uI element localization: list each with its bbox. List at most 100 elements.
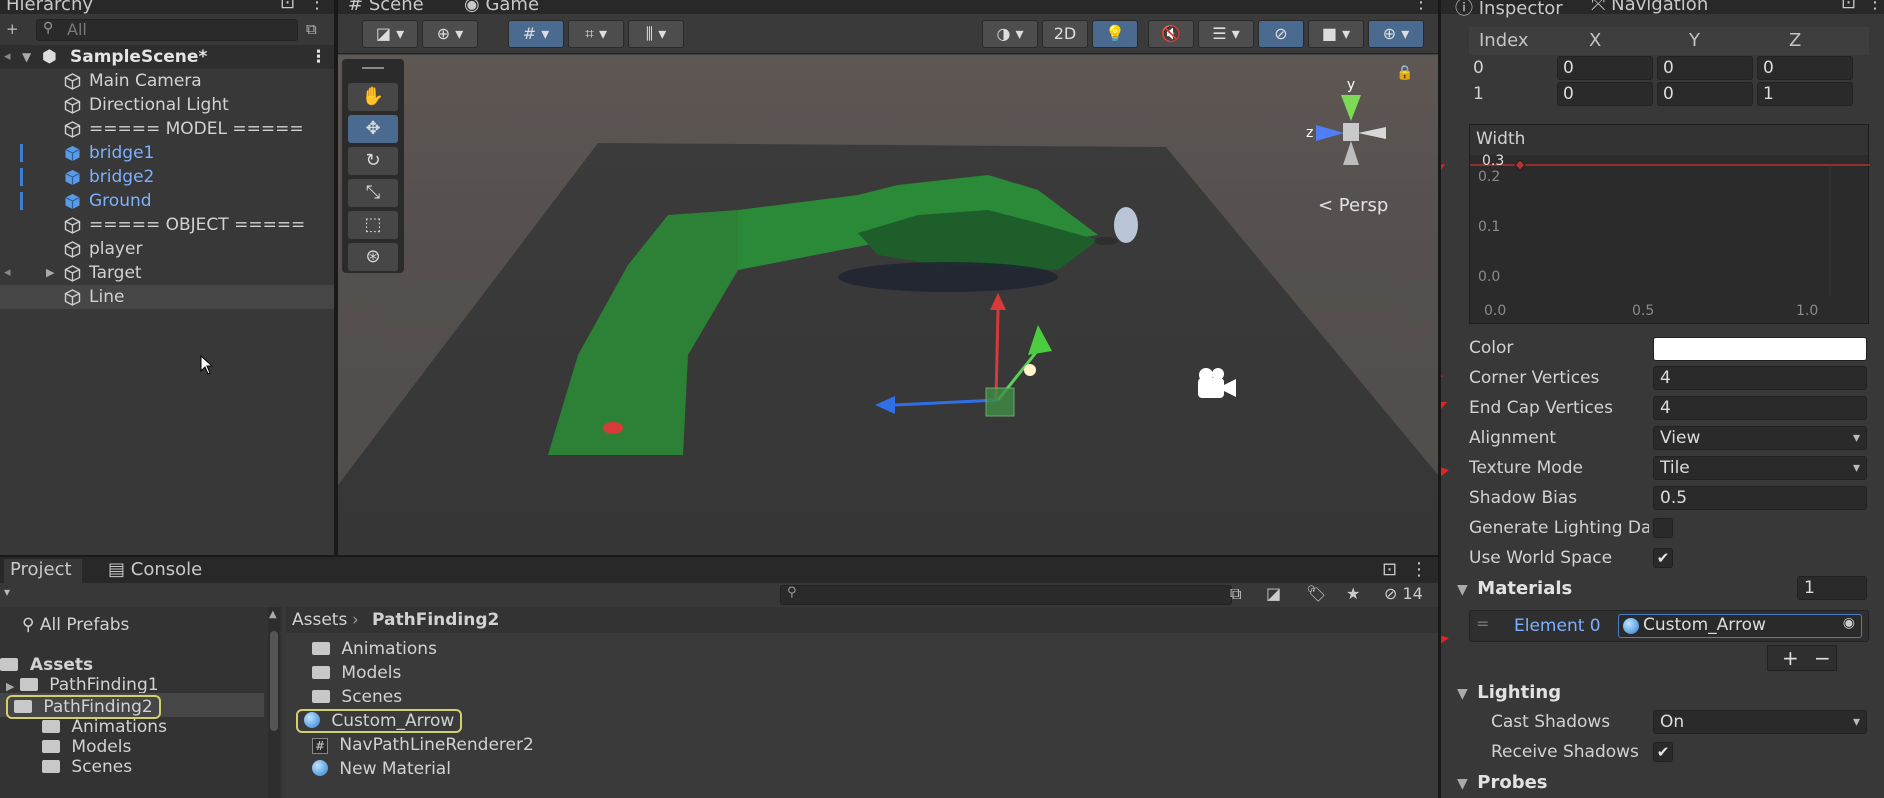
- position-y-field[interactable]: 0: [1657, 56, 1753, 80]
- draw-mode-dropdown[interactable]: ◪ ▾: [362, 20, 418, 48]
- audio-toggle-button[interactable]: 🔇: [1148, 20, 1194, 48]
- lighting-section[interactable]: ▼ Lighting: [1457, 682, 1561, 703]
- visibility-icon[interactable]: ◂: [4, 45, 11, 69]
- width-curve-graph[interactable]: [1470, 155, 1870, 323]
- tree-item-models[interactable]: Models: [42, 737, 131, 757]
- end-cap-field[interactable]: 4: [1653, 396, 1867, 420]
- projection-toggle[interactable]: < Persp: [1318, 195, 1388, 216]
- scene-search-icon[interactable]: ⧉: [306, 20, 317, 38]
- position-y-field[interactable]: 0: [1657, 82, 1753, 106]
- global-toggle-dropdown[interactable]: ⊕ ▾: [422, 20, 478, 48]
- tree-item-scenes[interactable]: Scenes: [42, 757, 132, 777]
- hierarchy-item-model-separator[interactable]: ===== MODEL =====: [0, 117, 334, 141]
- tree-item-all-prefabs[interactable]: ⚲ All Prefabs: [22, 615, 129, 635]
- camera-dropdown[interactable]: ■ ▾: [1308, 20, 1364, 48]
- gizmos-dropdown[interactable]: ⊕ ▾: [1368, 20, 1424, 48]
- probes-section[interactable]: ▼ Probes: [1457, 772, 1548, 793]
- asset-new-material[interactable]: New Material: [312, 759, 451, 779]
- effects-dropdown[interactable]: ☰ ▾: [1198, 20, 1254, 48]
- expand-arrow-icon[interactable]: ▶: [6, 680, 14, 693]
- alignment-dropdown[interactable]: View: [1653, 426, 1867, 450]
- search-by-type-icon[interactable]: ⧉: [1230, 584, 1241, 604]
- more-menu-icon[interactable]: ⋮: [1410, 559, 1428, 580]
- tab-hierarchy[interactable]: Hierarchy: [6, 0, 93, 15]
- tab-inspector[interactable]: ⓘ Inspector: [1455, 0, 1563, 20]
- hierarchy-item-target[interactable]: ◂ ▶ Target: [0, 261, 334, 285]
- asset-animations[interactable]: Animations: [312, 639, 437, 659]
- scale-tool-button[interactable]: ⤡: [348, 179, 398, 207]
- transform-tool-button[interactable]: ⊛: [348, 243, 398, 271]
- scroll-thumb[interactable]: [270, 631, 278, 731]
- position-x-field[interactable]: 0: [1557, 82, 1653, 106]
- tree-item-assets[interactable]: Assets: [0, 655, 93, 675]
- rotate-tool-button[interactable]: ↻: [348, 147, 398, 175]
- tab-console[interactable]: ▤ Console: [108, 559, 202, 580]
- generate-lighting-checkbox[interactable]: [1653, 518, 1673, 538]
- more-menu-icon[interactable]: ⋮: [1866, 0, 1884, 13]
- color-swatch[interactable]: [1653, 337, 1867, 361]
- asset-scenes[interactable]: Scenes: [312, 687, 402, 707]
- filter-type-icon[interactable]: ◪: [1266, 584, 1281, 603]
- add-dropdown-icon[interactable]: +: [6, 20, 19, 38]
- lock-icon[interactable]: ⊡: [1841, 0, 1856, 13]
- hierarchy-item-player[interactable]: player: [0, 237, 334, 261]
- hierarchy-item-object-separator[interactable]: ===== OBJECT =====: [0, 213, 334, 237]
- hierarchy-item-bridge1[interactable]: bridge1: [0, 141, 334, 165]
- cast-shadows-dropdown[interactable]: On: [1653, 710, 1867, 734]
- shadow-bias-field[interactable]: 0.5: [1653, 486, 1867, 510]
- scroll-up-icon[interactable]: ▲: [269, 609, 277, 620]
- hierarchy-item-main-camera[interactable]: Main Camera: [0, 69, 334, 93]
- breadcrumb-assets[interactable]: Assets: [292, 610, 347, 630]
- width-curve-editor[interactable]: Width 0.3 0.2 0.1 0.0 0.0 0.5 1.0: [1469, 124, 1870, 324]
- move-tool-button[interactable]: ✥: [348, 115, 398, 143]
- create-dropdown-icon[interactable]: ▾: [4, 585, 10, 599]
- asset-navpathlinerenderer2[interactable]: # NavPathLineRenderer2: [312, 735, 534, 755]
- breadcrumb-pathfinding2[interactable]: PathFinding2: [372, 610, 499, 630]
- align-dropdown[interactable]: ⫼ ▾: [628, 20, 684, 48]
- scene-row[interactable]: ◂ ▼ ⬢ SampleScene* ⋮: [0, 45, 334, 69]
- lighting-toggle-button[interactable]: 💡: [1092, 20, 1138, 48]
- lock-icon[interactable]: ⊡: [1382, 559, 1397, 580]
- tab-scene[interactable]: # Scene: [348, 0, 424, 15]
- tree-item-pathfinding1[interactable]: ▶ PathFinding1: [6, 675, 159, 695]
- tab-navigation[interactable]: ⤧ Navigation: [1591, 0, 1708, 15]
- gizmo-lock-icon[interactable]: 🔒: [1396, 65, 1413, 81]
- position-z-field[interactable]: 0: [1757, 56, 1853, 80]
- visibility-icon[interactable]: ◂: [4, 261, 11, 285]
- texture-mode-dropdown[interactable]: Tile: [1653, 456, 1867, 480]
- drag-handle-icon[interactable]: =: [1476, 614, 1489, 633]
- position-x-field[interactable]: 0: [1557, 56, 1653, 80]
- tree-item-animations[interactable]: Animations: [42, 717, 167, 737]
- rect-tool-button[interactable]: ⬚: [348, 211, 398, 239]
- more-menu-icon[interactable]: ⋮: [308, 0, 326, 13]
- position-z-field[interactable]: 1: [1757, 82, 1853, 106]
- scene-menu-icon[interactable]: ⋮: [310, 45, 327, 69]
- tree-item-pathfinding2[interactable]: PathFinding2: [6, 695, 161, 719]
- material-object-field[interactable]: Custom_Arrow ◉: [1618, 614, 1862, 638]
- expand-arrow-icon[interactable]: ▶: [46, 261, 54, 285]
- hand-tool-button[interactable]: ✋: [348, 83, 398, 111]
- add-element-button[interactable]: +: [1782, 646, 1799, 670]
- tree-scrollbar[interactable]: ▲: [268, 607, 280, 798]
- shading-dropdown[interactable]: ◑ ▾: [982, 20, 1038, 48]
- lock-icon[interactable]: ⊡: [280, 0, 295, 13]
- project-search-input[interactable]: ⚲: [780, 585, 1232, 605]
- scene-visibility-button[interactable]: ⊘: [1258, 20, 1304, 48]
- corner-vertices-field[interactable]: 4: [1653, 366, 1867, 390]
- search-input[interactable]: ⚲ All: [36, 19, 298, 41]
- object-picker-icon[interactable]: ◉: [1843, 615, 1855, 631]
- tab-project[interactable]: Project: [4, 559, 82, 584]
- expand-arrow-icon[interactable]: ▼: [22, 45, 31, 69]
- use-world-space-checkbox[interactable]: ✔: [1653, 548, 1673, 568]
- hierarchy-item-bridge2[interactable]: bridge2: [0, 165, 334, 189]
- scene-menu-icon[interactable]: ⋮: [1412, 0, 1430, 13]
- drag-handle[interactable]: [362, 67, 384, 69]
- materials-count-field[interactable]: 1: [1797, 576, 1867, 600]
- hierarchy-item-directional-light[interactable]: Directional Light: [0, 93, 334, 117]
- asset-custom-arrow[interactable]: Custom_Arrow: [296, 709, 463, 733]
- tab-game[interactable]: ◉ Game: [464, 0, 539, 15]
- hierarchy-item-line[interactable]: Line: [0, 285, 334, 309]
- asset-models[interactable]: Models: [312, 663, 401, 683]
- grid-snap-dropdown[interactable]: # ▾: [508, 20, 564, 48]
- favorite-star-icon[interactable]: ★: [1346, 584, 1360, 603]
